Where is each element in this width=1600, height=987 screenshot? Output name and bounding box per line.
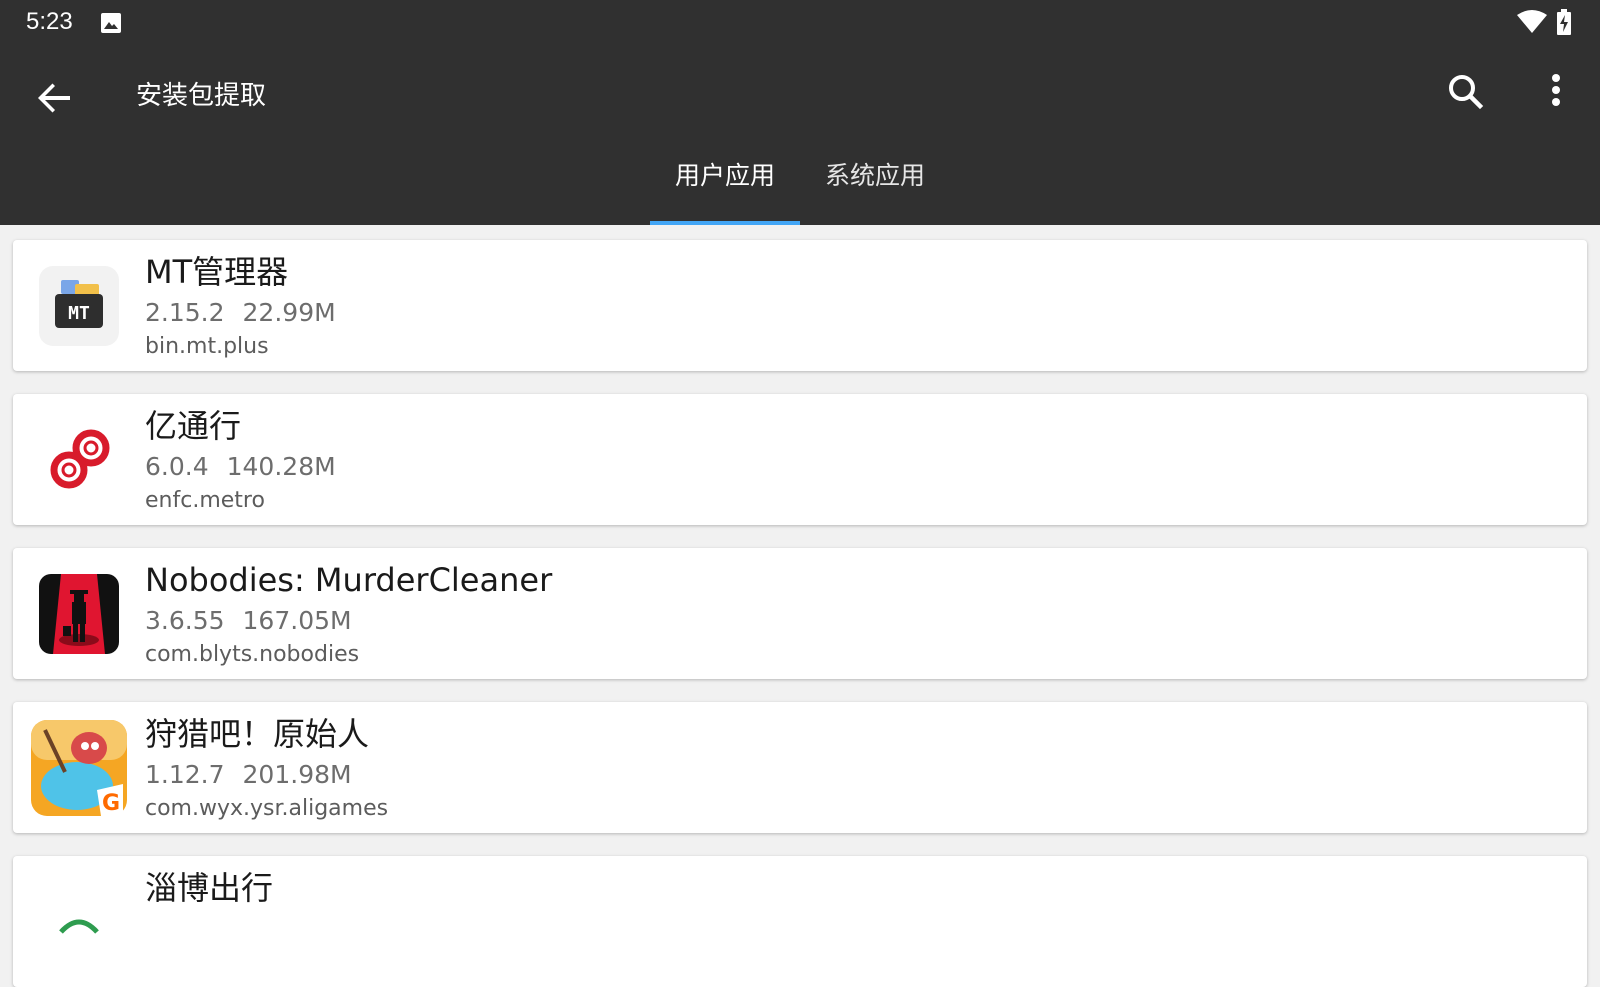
app-package: bin.mt.plus	[145, 334, 269, 359]
tab-system-apps[interactable]: 系统应用	[800, 154, 950, 225]
status-bar: 5:23	[0, 0, 1600, 46]
yitongxing-icon	[39, 420, 119, 500]
more-vert-icon	[1552, 74, 1560, 106]
app-name: 狩猎吧！原始人	[145, 715, 370, 753]
app-meta: 1.12.7 201.98M	[145, 758, 352, 792]
svg-text:MT: MT	[68, 303, 90, 324]
app-package: enfc.metro	[145, 488, 265, 513]
app-list-item[interactable]: 淄博出行	[13, 856, 1587, 987]
svg-text:G: G	[102, 791, 120, 816]
page-title: 安装包提取	[136, 81, 267, 111]
more-options-button[interactable]	[1532, 68, 1580, 116]
battery-charging-icon	[1557, 9, 1571, 35]
arrow-back-icon	[38, 83, 70, 113]
app-version: 3.6.55	[145, 606, 225, 635]
search-button[interactable]	[1442, 68, 1490, 116]
toolbar: 安装包提取 用户应用 系统应用	[0, 46, 1600, 225]
app-name: MT管理器	[145, 253, 289, 291]
nobodies-icon	[39, 574, 119, 654]
app-list-item[interactable]: G 狩猎吧！原始人 1.12.7 201.98M com.wyx.ysr.alig…	[13, 702, 1587, 833]
app-size: 201.98M	[242, 760, 352, 789]
app-version: 6.0.4	[145, 452, 209, 481]
app-list-item[interactable]: MT MT管理器 2.15.2 22.99M bin.mt.plus	[13, 240, 1587, 371]
app-size: 140.28M	[226, 452, 336, 481]
app-name: 亿通行	[145, 407, 242, 445]
zibo-chuxing-icon	[59, 919, 99, 934]
wifi-icon	[1517, 10, 1547, 33]
app-meta: 2.15.2 22.99M	[145, 296, 336, 330]
app-list-item[interactable]: 亿通行 6.0.4 140.28M enfc.metro	[13, 394, 1587, 525]
app-version: 1.12.7	[145, 760, 225, 789]
app-meta: 6.0.4 140.28M	[145, 450, 336, 484]
image-icon	[101, 13, 121, 33]
tab-indicator	[650, 221, 800, 225]
app-list-item[interactable]: Nobodies: MurderCleaner 3.6.55 167.05M co…	[13, 548, 1587, 679]
app-package: com.wyx.ysr.aligames	[145, 796, 389, 821]
app-meta: 3.6.55 167.05M	[145, 604, 352, 638]
app-name: 淄博出行	[145, 869, 274, 907]
tab-user-apps[interactable]: 用户应用	[650, 154, 800, 225]
back-button[interactable]	[30, 74, 78, 122]
mt-manager-icon: MT	[39, 266, 119, 346]
app-name: Nobodies: MurderCleaner	[145, 561, 553, 599]
search-icon	[1449, 75, 1484, 110]
status-time: 5:23	[26, 8, 73, 35]
hunting-caveman-icon: G	[31, 720, 127, 816]
app-size: 167.05M	[242, 606, 352, 635]
app-version: 2.15.2	[145, 298, 225, 327]
app-package: com.blyts.nobodies	[145, 642, 360, 667]
app-size: 22.99M	[242, 298, 336, 327]
